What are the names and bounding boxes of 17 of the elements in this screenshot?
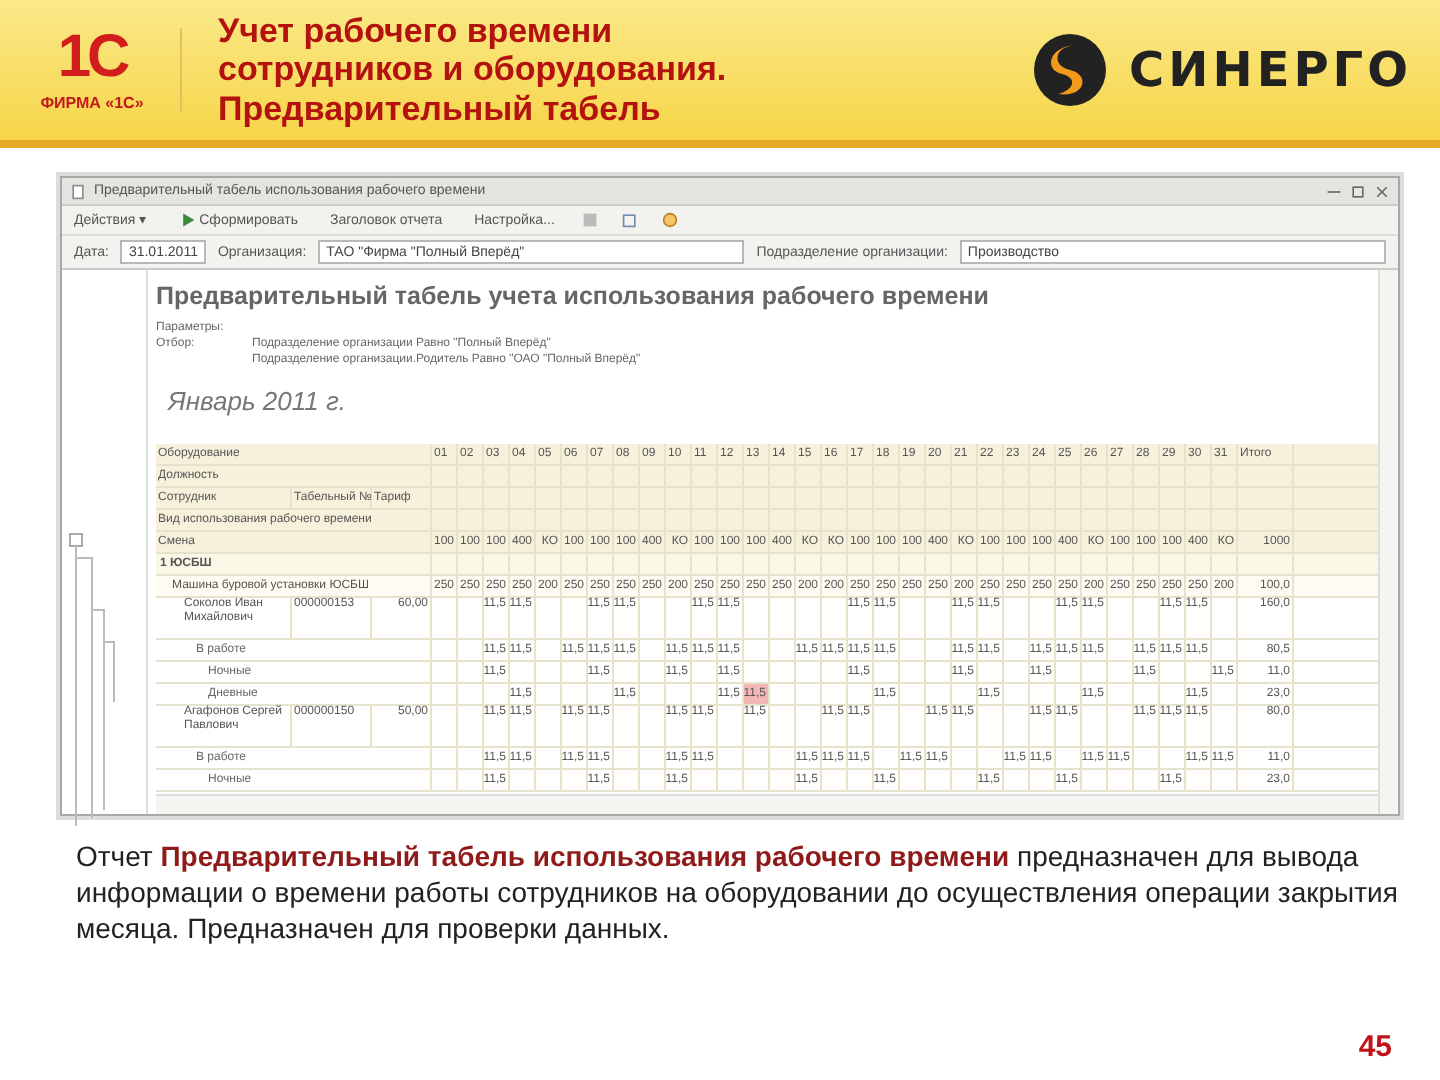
logo-text: 1С [57,28,127,88]
horizontal-scrollbar[interactable] [156,794,1378,814]
close-icon [1374,183,1390,199]
play-icon [179,212,196,228]
document-icon [70,183,86,199]
partner-name: СИНЕРГО [1129,42,1412,98]
logo-caption: ФИРМА «1С» [40,94,144,112]
slide-title: Учет рабочего времени сотрудников и оборудования. Предварительный табель [218,12,729,128]
slide-caption: Отчет Предварительный табель использования рабочего времени предназначен для вывода информации о времени работы сотрудников на оборудовании до осуществления операции закрытия месяца. Предназначен для проверки данных. [76,840,1400,948]
swirl-logo-icon [1029,30,1110,110]
minimize-icon [1326,189,1342,193]
vertical-scrollbar[interactable] [1378,270,1398,814]
page-number: 45 [1358,1030,1394,1068]
report-period: Январь 2011 г. [168,386,349,416]
maximize-icon [1350,183,1366,199]
help-icon [662,212,679,228]
report-title: Предварительный табель учета использования рабочего времени [156,282,991,310]
